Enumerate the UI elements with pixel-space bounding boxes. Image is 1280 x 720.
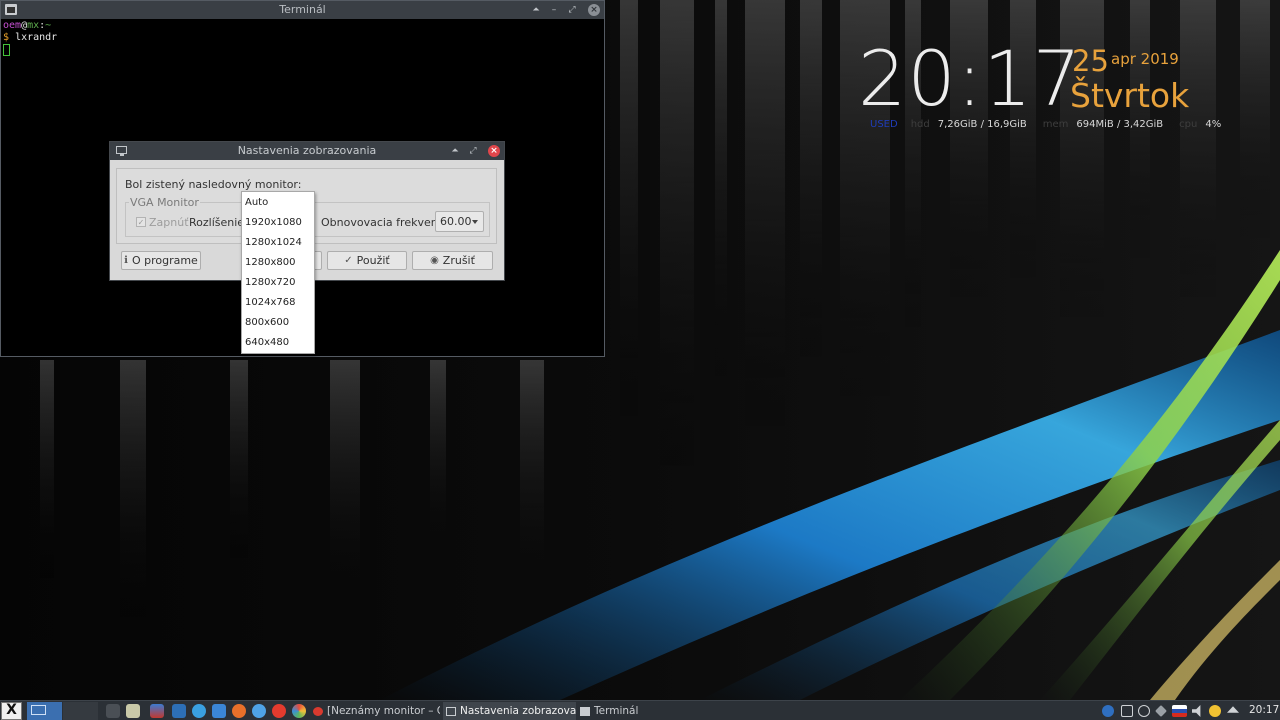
conky-cpu-label: cpu bbox=[1179, 119, 1198, 130]
groupbox-border bbox=[187, 202, 490, 203]
info-icon: ℹ bbox=[124, 255, 128, 266]
monitor-icon bbox=[446, 706, 456, 716]
taskbar-clock[interactable]: 20:17 bbox=[1249, 704, 1279, 716]
resolution-option[interactable]: 1280x1024 bbox=[245, 233, 313, 253]
about-button[interactable]: ℹ O programe bbox=[121, 251, 201, 270]
apply-button[interactable]: ✓ Použiť bbox=[327, 251, 407, 270]
terminal-icon bbox=[580, 706, 590, 716]
terminal-launcher-icon[interactable] bbox=[106, 704, 120, 718]
workspace-1[interactable] bbox=[27, 702, 62, 720]
resolution-dropdown-list[interactable]: Auto 1920x1080 1280x1024 1280x800 1280x7… bbox=[241, 191, 315, 354]
terminal-titlebar[interactable]: Terminál ⏶ – ⤢ × bbox=[1, 1, 604, 19]
browser-launcher-icon[interactable] bbox=[192, 704, 206, 718]
terminal-command: lxrandr bbox=[15, 32, 58, 43]
opera-icon bbox=[313, 706, 323, 716]
conky-month-year: apr 2019 bbox=[1111, 50, 1179, 68]
taskbar-task-label: Nastavenia zobrazovania bbox=[460, 705, 576, 717]
prompt-symbol: $ bbox=[3, 32, 10, 43]
close-icon[interactable]: × bbox=[488, 145, 500, 157]
resolution-option[interactable]: 1920x1080 bbox=[245, 213, 313, 233]
eject-icon[interactable] bbox=[1227, 706, 1239, 713]
cancel-button[interactable]: ◉ Zrušiť bbox=[412, 251, 493, 270]
network-icon[interactable] bbox=[1138, 705, 1150, 717]
prompt-path: ~ bbox=[45, 20, 52, 31]
cancel-icon: ◉ bbox=[430, 255, 439, 266]
resolution-option[interactable]: 640x480 bbox=[245, 333, 313, 353]
update-icon[interactable] bbox=[1102, 705, 1114, 717]
volume-icon[interactable] bbox=[1192, 705, 1201, 717]
monitor-name-legend: VGA Monitor bbox=[129, 196, 200, 209]
checkmark-icon: ✓ bbox=[344, 255, 353, 266]
clipboard-icon[interactable] bbox=[1155, 705, 1167, 717]
file-manager-launcher-icon[interactable] bbox=[126, 704, 140, 718]
conky-used-label: USED bbox=[870, 119, 898, 130]
taskbar-task[interactable]: Terminál bbox=[577, 702, 707, 720]
taskbar-task-label: [Neznámy monitor – O... bbox=[327, 705, 440, 717]
terminal-output[interactable]: oem@mx:~ $ lxrandr bbox=[3, 20, 57, 57]
display-icon[interactable] bbox=[1121, 705, 1133, 717]
detected-monitor-label: Bol zistený nasledovný monitor: bbox=[125, 178, 302, 191]
enable-checkbox-label: Zapnúť bbox=[149, 216, 189, 229]
terminal-line-2: $ lxrandr bbox=[3, 32, 57, 44]
conky-cpu-value: 4% bbox=[1205, 119, 1222, 130]
shade-icon[interactable]: ⏶ bbox=[529, 3, 543, 17]
taskbar: X [Neznámy monitor – O... Nastavenia zob… bbox=[0, 700, 1280, 720]
resolution-option[interactable]: 1280x800 bbox=[245, 253, 313, 273]
resolution-option[interactable]: 1280x720 bbox=[245, 273, 313, 293]
terminal-title: Terminál bbox=[279, 3, 326, 16]
taskbar-task[interactable]: Nastavenia zobrazovania bbox=[443, 702, 576, 720]
conky-mem-label: mem bbox=[1042, 119, 1069, 130]
resolution-option[interactable]: 1024x768 bbox=[245, 293, 313, 313]
workspace-2[interactable] bbox=[63, 702, 98, 720]
apply-button-label: Použiť bbox=[356, 254, 390, 267]
keyboard-layout-flag-icon[interactable] bbox=[1172, 705, 1187, 717]
firefox-launcher-icon[interactable] bbox=[232, 704, 246, 718]
maximize-icon[interactable]: ⤢ bbox=[565, 3, 579, 17]
conky-system-stats: USED hdd 7,26GiB / 16,9GiB mem 694MiB / … bbox=[870, 119, 1221, 130]
flag-launcher-icon[interactable] bbox=[150, 704, 164, 718]
refresh-rate-value: 60.00 bbox=[440, 215, 472, 228]
power-icon[interactable] bbox=[1209, 705, 1221, 717]
terminal-line-1: oem@mx:~ bbox=[3, 20, 57, 32]
maximize-icon[interactable]: ⤢ bbox=[466, 144, 480, 158]
enable-checkbox[interactable]: ✓ bbox=[136, 217, 146, 227]
conky-weekday: Štvrtok bbox=[1070, 76, 1190, 115]
cancel-button-label: Zrušiť bbox=[442, 254, 475, 267]
conky-day: 25 bbox=[1072, 44, 1109, 78]
resolution-option[interactable]: Auto bbox=[245, 193, 313, 213]
shade-icon[interactable]: ⏶ bbox=[448, 144, 462, 158]
terminal-cursor bbox=[3, 44, 10, 56]
about-button-label: O programe bbox=[131, 254, 198, 267]
resolution-label: Rozlíšenie: bbox=[189, 216, 248, 229]
close-icon[interactable]: × bbox=[588, 4, 600, 16]
conky-mem-value: 694MiB / 3,42GiB bbox=[1076, 119, 1164, 130]
software-center-launcher-icon[interactable] bbox=[292, 704, 306, 718]
conky-hdd-label: hdd bbox=[910, 119, 930, 130]
chevron-down-icon bbox=[472, 220, 478, 224]
conky-hdd-value: 7,26GiB / 16,9GiB bbox=[937, 119, 1027, 130]
prompt-host: mx bbox=[27, 20, 40, 31]
conky-clock: 20:17 bbox=[858, 34, 1083, 123]
resolution-option[interactable]: 800x600 bbox=[245, 313, 313, 333]
dialog-titlebar[interactable]: Nastavenia zobrazovania ⏶ ⤢ × bbox=[110, 142, 504, 160]
minimize-icon[interactable]: – bbox=[547, 3, 561, 17]
start-menu-button[interactable]: X bbox=[1, 702, 22, 720]
dialog-title: Nastavenia zobrazovania bbox=[237, 144, 377, 157]
taskbar-task-label: Terminál bbox=[594, 705, 639, 717]
chromium-launcher-icon[interactable] bbox=[252, 704, 266, 718]
prompt-user: oem bbox=[3, 20, 22, 31]
taskbar-task[interactable]: [Neznámy monitor – O... bbox=[310, 702, 440, 720]
terminal-line-3 bbox=[3, 44, 57, 57]
opera-launcher-icon[interactable] bbox=[272, 704, 286, 718]
window-launcher-icon[interactable] bbox=[172, 704, 186, 718]
kde-connect-launcher-icon[interactable] bbox=[212, 704, 226, 718]
refresh-rate-select[interactable]: 60.00 bbox=[435, 211, 484, 232]
